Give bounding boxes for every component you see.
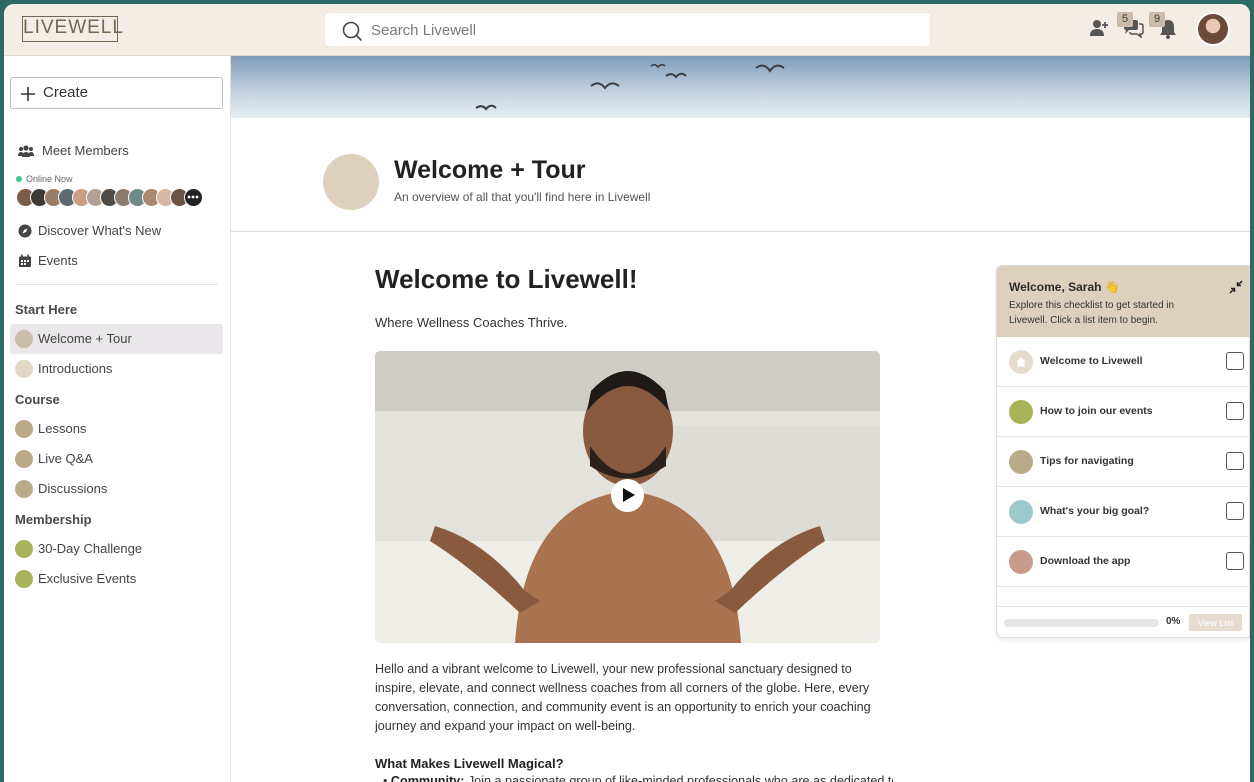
post-subheading: What Makes Livewell Magical? (375, 756, 564, 771)
space-color-dot (15, 330, 33, 348)
sidebar-item-events[interactable]: Events (10, 246, 223, 276)
add-member-icon[interactable] (1089, 18, 1109, 38)
sidebar-item-welcome-tour[interactable]: Welcome + Tour (10, 324, 223, 354)
checklist-footer: 0% View List (997, 606, 1249, 637)
item-color-dot (1009, 550, 1033, 574)
search-icon (342, 21, 362, 41)
page-header: Welcome + Tour An overview of all that y… (231, 118, 1250, 232)
checklist-item-label: How to join our events (1040, 405, 1153, 417)
top-bar: LIVEWELL 5 9 (4, 4, 1250, 56)
sidebar-item-label: Lessons (38, 421, 87, 436)
space-color-dot (15, 420, 33, 438)
view-list-button[interactable]: View List (1189, 614, 1242, 631)
space-color-dot (15, 480, 33, 498)
compass-icon (18, 224, 32, 238)
home-icon (1009, 350, 1033, 374)
checklist-item[interactable]: Download the app (997, 537, 1249, 587)
sidebar-item-label: Events (38, 253, 78, 268)
checklist-checkbox[interactable] (1226, 452, 1244, 470)
checklist-item[interactable]: How to join our events (997, 387, 1249, 437)
space-banner-image (231, 56, 1250, 118)
checklist-checkbox[interactable] (1226, 502, 1244, 520)
list-item: • Community: Join a passionate group of … (383, 774, 893, 782)
section-heading-course[interactable]: Course (15, 392, 60, 407)
sidebar-item-lessons[interactable]: Lessons (10, 414, 223, 444)
welcome-video[interactable] (375, 351, 880, 643)
space-color-dot (15, 540, 33, 558)
post-body-paragraph: Hello and a vibrant welcome to Livewell,… (375, 662, 871, 733)
checklist-item-label: Download the app (1040, 555, 1131, 567)
calendar-icon (19, 254, 31, 267)
play-button[interactable] (611, 479, 644, 512)
progress-percent: 0% (1166, 616, 1181, 627)
onboarding-checklist: Welcome, Sarah 👋 Explore this checklist … (996, 265, 1250, 638)
checklist-checkbox[interactable] (1226, 352, 1244, 370)
sidebar-item-introductions[interactable]: Introductions (10, 354, 223, 384)
sidebar-item-label: 30-Day Challenge (38, 541, 143, 556)
sidebar-item-exclusive-events[interactable]: Exclusive Events (10, 564, 223, 594)
checklist-item[interactable]: Tips for navigating (997, 437, 1249, 487)
online-now-label: Online Now (16, 174, 73, 184)
space-color-dot (15, 570, 33, 588)
sidebar-item-label: Live Q&A (38, 451, 93, 466)
space-avatar (323, 154, 379, 210)
sidebar-item-label: Discover What's New (38, 223, 162, 238)
sidebar-item-30-day-challenge[interactable]: 30-Day Challenge (10, 534, 223, 564)
members-icon (18, 145, 34, 157)
sidebar-item-discussions[interactable]: Discussions (10, 474, 223, 504)
sidebar-item-label: Discussions (38, 481, 108, 496)
checklist-item[interactable]: What's your big goal? (997, 487, 1249, 537)
checklist-item[interactable]: Welcome to Livewell (997, 337, 1249, 387)
checklist-checkbox[interactable] (1226, 402, 1244, 420)
search-input[interactable] (371, 17, 911, 43)
section-heading-start-here[interactable]: Start Here (15, 302, 77, 317)
notifications-badge: 9 (1149, 12, 1165, 27)
sidebar-item-label: Welcome + Tour (38, 331, 132, 346)
bullet-bold-label: Community: (390, 774, 465, 782)
sidebar-item-live-qa[interactable]: Live Q&A (10, 444, 223, 474)
item-color-dot (1009, 400, 1033, 424)
post-heading: Welcome to Livewell! (375, 264, 638, 294)
section-heading-membership[interactable]: Membership (15, 512, 92, 527)
page-subtitle: An overview of all that you'll find here… (394, 190, 651, 204)
checklist-header: Welcome, Sarah 👋 Explore this checklist … (997, 266, 1249, 337)
bullet-text: Join a passionate group of like-minded p… (464, 774, 893, 782)
messages-badge: 5 (1117, 12, 1133, 27)
checklist-title: Welcome, Sarah 👋 (1009, 280, 1120, 294)
sidebar-item-discover[interactable]: Discover What's New (10, 216, 223, 246)
checklist-item-label: Welcome to Livewell (1040, 355, 1143, 367)
livewell-logo[interactable]: LIVEWELL (22, 16, 123, 42)
user-avatar[interactable] (1196, 12, 1230, 46)
sidebar-item-label: Exclusive Events (38, 571, 137, 586)
app-window: LIVEWELL 5 9 (4, 4, 1250, 782)
plus-icon (21, 87, 35, 101)
item-color-dot (1009, 500, 1033, 524)
space-color-dot (15, 450, 33, 468)
sidebar-divider (15, 284, 218, 285)
sidebar: Create Meet Members Online Now Discover … (4, 56, 231, 782)
item-color-dot (1009, 450, 1033, 474)
checklist-checkbox[interactable] (1226, 552, 1244, 570)
more-members-icon[interactable] (184, 188, 203, 207)
sidebar-item-label: Meet Members (42, 143, 129, 158)
sidebar-item-label: Introductions (38, 361, 113, 376)
checklist-description: Explore this checklist to get started in… (1009, 300, 1175, 326)
create-button[interactable]: Create (10, 77, 223, 109)
collapse-icon[interactable] (1229, 280, 1243, 294)
sidebar-item-meet-members[interactable]: Meet Members (10, 136, 223, 166)
ellipsis-icon (187, 195, 199, 199)
create-label: Create (43, 84, 89, 101)
page-title: Welcome + Tour (394, 156, 586, 184)
checklist-progress-bar (1004, 619, 1159, 627)
checklist-item-label: What's your big goal? (1040, 505, 1150, 517)
search-bar[interactable] (324, 12, 931, 47)
post-tagline: Where Wellness Coaches Thrive. (375, 315, 568, 330)
space-color-dot (15, 360, 33, 378)
checklist-item-label: Tips for navigating (1040, 455, 1134, 467)
birds-illustration (475, 63, 785, 111)
